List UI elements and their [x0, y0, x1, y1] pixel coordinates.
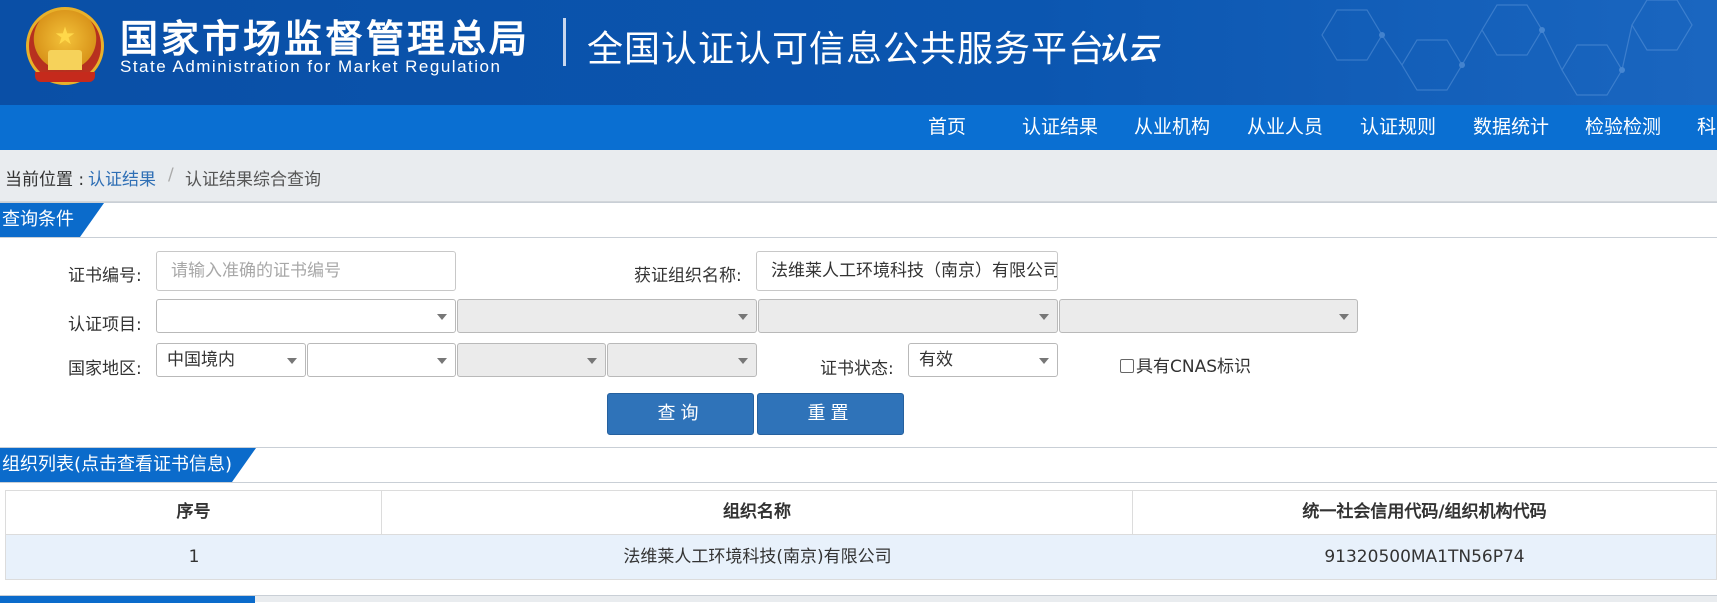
table-row[interactable]: 1 法维莱人工环境科技(南京)有限公司 91320500MA1TN56P74: [5, 535, 1717, 580]
national-emblem-icon: ★: [26, 7, 104, 85]
cert-no-input[interactable]: 请输入准确的证书编号: [156, 251, 456, 291]
row-credit-code: 91320500MA1TN56P74: [1324, 547, 1525, 567]
breadcrumb-prefix: 当前位置 :: [5, 170, 85, 190]
cert-status-select[interactable]: 有效: [908, 343, 1058, 377]
region-select-1[interactable]: 中国境内: [156, 343, 306, 377]
chevron-down-icon: [738, 314, 748, 320]
cert-project-label: 认证项目:: [68, 315, 142, 335]
breadcrumb-separator: /: [168, 165, 174, 185]
nav-item-home[interactable]: 首页: [928, 105, 966, 150]
region-select-3[interactable]: [457, 343, 606, 377]
hex-pattern-decoration: [1321, 0, 1693, 96]
cnas-checkbox-group: 具有CNAS标识: [1120, 352, 1251, 377]
agency-name-en: State Administration for Market Regulati…: [120, 57, 502, 76]
query-section-header: 查询条件: [0, 202, 1717, 238]
cnas-checkbox-label: 具有CNAS标识: [1136, 357, 1252, 377]
region-label: 国家地区:: [68, 359, 142, 379]
results-section-header: 组织列表(点击查看证书信息): [0, 447, 1717, 483]
cert-project-select-4[interactable]: [1059, 299, 1358, 333]
chevron-down-icon: [587, 358, 597, 364]
nav-item-more[interactable]: 科: [1697, 105, 1716, 150]
chevron-down-icon: [287, 358, 297, 364]
nav-item-inspection[interactable]: 检验检测: [1585, 105, 1661, 150]
cert-project-select-3[interactable]: [758, 299, 1058, 333]
org-name-label: 获证组织名称:: [634, 266, 742, 286]
region-select-4[interactable]: [607, 343, 757, 377]
cert-status-label: 证书状态:: [820, 359, 894, 379]
platform-title: 全国认证认可信息公共服务平台: [587, 29, 1106, 70]
chevron-down-icon: [437, 314, 447, 320]
platform-logo: 认云: [1098, 32, 1158, 67]
agency-name-cn: 国家市场监督管理总局: [120, 17, 531, 61]
header-banner: ★ 国家市场监督管理总局 State Administration for Ma…: [0, 0, 1717, 105]
cert-project-select-1[interactable]: [156, 299, 456, 333]
header-divider: [563, 18, 566, 66]
table-header: 序号 组织名称 统一社会信用代码/组织机构代码: [5, 490, 1717, 535]
results-section-title: 组织列表(点击查看证书信息): [0, 448, 256, 482]
main-nav: 首页 认证结果 从业机构 从业人员 认证规则 数据统计 检验检测 科: [0, 105, 1717, 150]
chevron-down-icon: [437, 358, 447, 364]
cert-project-select-2[interactable]: [457, 299, 757, 333]
reset-button[interactable]: 重置: [757, 393, 904, 435]
next-section-header-partial: [0, 595, 1717, 603]
chevron-down-icon: [1039, 314, 1049, 320]
query-section-title: 查询条件: [0, 203, 104, 237]
region-select-2[interactable]: [307, 343, 456, 377]
chevron-down-icon: [1339, 314, 1349, 320]
column-header-org-name: 组织名称: [382, 491, 1133, 534]
nav-item-cert-rules[interactable]: 认证规则: [1360, 105, 1436, 150]
cert-no-label: 证书编号:: [68, 266, 142, 286]
column-header-credit-code: 统一社会信用代码/组织机构代码: [1302, 502, 1547, 522]
nav-item-institutions[interactable]: 从业机构: [1134, 105, 1210, 150]
search-button[interactable]: 查询: [607, 393, 754, 435]
chevron-down-icon: [738, 358, 748, 364]
nav-item-cert-results[interactable]: 认证结果: [1022, 105, 1098, 150]
cnas-checkbox[interactable]: [1120, 359, 1134, 373]
nav-item-statistics[interactable]: 数据统计: [1473, 105, 1549, 150]
breadcrumb-link-cert-results[interactable]: 认证结果: [88, 165, 156, 190]
breadcrumb-current: 认证结果综合查询: [185, 170, 321, 190]
org-name-input[interactable]: 法维莱人工环境科技（南京）有限公司: [756, 251, 1058, 291]
breadcrumb: 当前位置 : 认证结果 / 认证结果综合查询: [0, 150, 1717, 202]
chevron-down-icon: [1039, 358, 1049, 364]
row-index: 1: [188, 547, 200, 567]
nav-item-personnel[interactable]: 从业人员: [1247, 105, 1323, 150]
column-header-index: 序号: [6, 491, 382, 534]
row-org-name[interactable]: 法维莱人工环境科技(南京)有限公司: [382, 535, 1133, 579]
